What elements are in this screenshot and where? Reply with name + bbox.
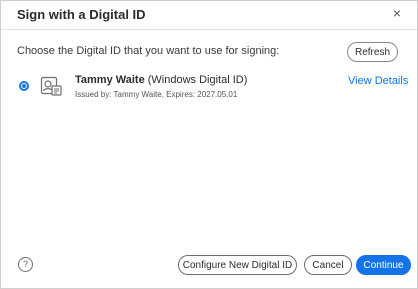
digital-id-type: (Windows Digital ID) [144,74,248,86]
digital-id-issued: Issued by: Tammy Waite, Expires: 2027.05… [75,90,238,99]
choose-id-prompt: Choose the Digital ID that you want to u… [17,45,280,57]
dialog-title: Sign with a Digital ID [17,7,146,22]
sign-digital-id-dialog: Sign with a Digital ID × Choose the Digi… [0,0,418,289]
cancel-button[interactable]: Cancel [304,255,352,275]
view-details-link[interactable]: View Details [348,75,408,87]
help-icon[interactable]: ? [18,257,33,272]
dialog-titlebar: Sign with a Digital ID × [1,1,417,30]
digital-id-name: Tammy Waite [75,74,145,86]
close-icon[interactable]: × [389,5,405,21]
refresh-button[interactable]: Refresh [347,42,398,62]
digital-id-name-line: Tammy Waite (Windows Digital ID) [75,74,247,86]
certificate-icon [39,74,63,98]
continue-button[interactable]: Continue [356,255,411,275]
configure-new-digital-id-button[interactable]: Configure New Digital ID [178,255,297,275]
digital-id-radio[interactable] [19,81,29,91]
digital-id-row[interactable]: Tammy Waite (Windows Digital ID) Issued … [1,71,417,105]
